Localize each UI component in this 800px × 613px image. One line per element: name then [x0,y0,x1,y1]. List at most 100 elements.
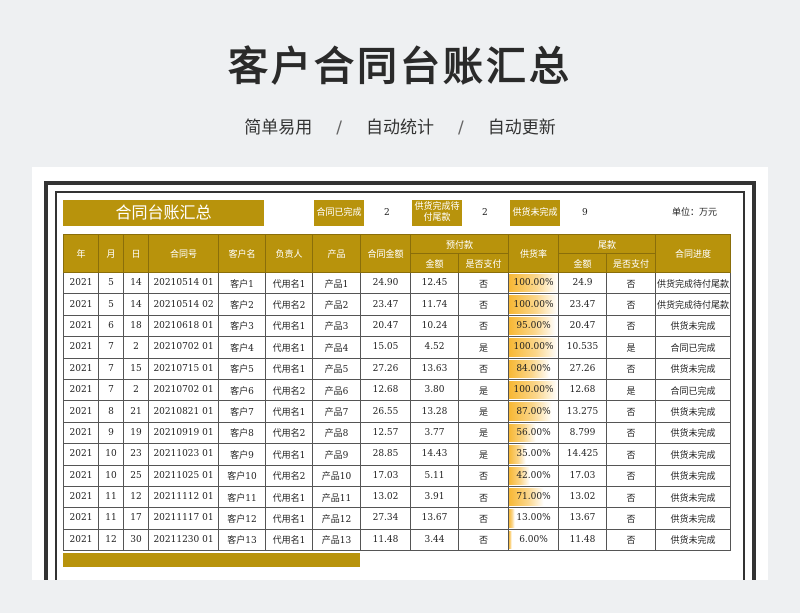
cell-year: 2021 [63,293,99,316]
cell-prepay-paid: 否 [458,357,509,380]
cell-owner: 代用名1 [265,528,313,552]
cell-month: 5 [98,271,124,295]
cell-product: 产品3 [312,314,361,338]
cell-final-amount: 12.68 [558,378,607,402]
cell-day: 14 [123,293,149,316]
table-row: 2021 5 14 20210514 01 客户1 代用名1 产品1 24.90 12.45 否 1… [63,271,731,295]
cell-final-amount: 27.26 [558,357,607,380]
cell-progress: 供货未完成 [655,357,731,380]
cell-amount: 27.34 [360,507,411,530]
cell-amount: 13.02 [360,485,411,509]
table-row: 2021 12 30 20211230 01 客户13 代用名1 产品13 11.48 3.44… [63,528,731,552]
supply-rate-text: 56.00% [516,427,551,438]
cell-owner: 代用名2 [265,378,313,402]
cell-amount: 24.90 [360,271,411,295]
table-row: 2021 10 25 20211025 01 客户10 代用名2 产品10 17.03 5.11… [63,464,731,487]
cell-final-amount: 11.48 [558,528,607,552]
header-supply-rate: 供货率 [508,234,559,273]
feature-tags: 简单易用 / 自动统计 / 自动更新 [0,113,800,138]
supply-rate-text: 100.00% [513,299,554,310]
cell-contract-no: 20211117 01 [148,507,219,530]
table-row: 2021 11 12 20211112 01 客户11 代用名1 产品11 13.02 3.91… [63,485,731,509]
cell-product: 产品13 [312,528,361,552]
stat-value-incomplete: 9 [582,208,588,218]
cell-product: 产品1 [312,271,361,295]
cell-product: 产品11 [312,485,361,509]
cell-prepay-paid: 否 [458,314,509,338]
header-customer: 客户名 [218,234,266,273]
stat-value-completed: 2 [384,208,390,218]
cell-prepay-amount: 13.63 [410,357,459,380]
cell-day: 21 [123,400,149,423]
cell-product: 产品12 [312,507,361,530]
cell-month: 7 [98,357,124,380]
header-amount: 合同金额 [360,234,411,273]
cell-month: 11 [98,507,124,530]
cell-day: 12 [123,485,149,509]
cell-year: 2021 [63,507,99,530]
cell-year: 2021 [63,357,99,380]
table-row: 2021 5 14 20210514 02 客户2 代用名2 产品2 23.47 11.74 否 1… [63,293,731,316]
cell-contract-no: 20210702 01 [148,378,219,402]
cell-prepay-amount: 14.43 [410,443,459,466]
cell-amount: 20.47 [360,314,411,338]
cell-prepay-amount: 5.11 [410,464,459,487]
cell-final-paid: 否 [606,293,656,316]
cell-progress: 合同已完成 [655,378,731,402]
cell-prepay-paid: 否 [458,293,509,316]
cell-prepay-paid: 否 [458,485,509,509]
cell-supply-rate: 100.00% [508,293,559,316]
cell-contract-no: 20211230 01 [148,528,219,552]
supply-rate-text: 13.00% [516,513,551,524]
header-month: 月 [98,234,124,273]
cell-prepay-paid: 是 [458,336,509,359]
stat-label-incomplete: 供货未完成 [510,200,560,226]
cell-product: 产品10 [312,464,361,487]
cell-month: 10 [98,443,124,466]
table-row: 2021 8 21 20210821 01 客户7 代用名1 产品7 26.55 13.28 是 8… [63,400,731,423]
cell-customer: 客户9 [218,443,266,466]
cell-prepay-amount: 3.91 [410,485,459,509]
cell-final-amount: 20.47 [558,314,607,338]
cell-month: 8 [98,400,124,423]
cell-amount: 28.85 [360,443,411,466]
cell-product: 产品4 [312,336,361,359]
cell-contract-no: 20211025 01 [148,464,219,487]
cell-prepay-paid: 是 [458,378,509,402]
cell-final-paid: 否 [606,507,656,530]
cell-year: 2021 [63,314,99,338]
cell-final-paid: 否 [606,314,656,338]
cell-owner: 代用名1 [265,443,313,466]
cell-owner: 代用名1 [265,357,313,380]
cell-amount: 26.55 [360,400,411,423]
cell-supply-rate: 87.00% [508,400,559,423]
tag-separator: / [458,118,464,138]
unit-label: 单位：万元 [672,208,718,218]
cell-final-paid: 是 [606,378,656,402]
cell-final-amount: 13.02 [558,485,607,509]
cell-product: 产品5 [312,357,361,380]
stat-value-pending-final: 2 [482,208,488,218]
cell-product: 产品6 [312,378,361,402]
cell-day: 2 [123,336,149,359]
cell-day: 18 [123,314,149,338]
cell-prepay-amount: 3.77 [410,421,459,445]
cell-progress: 供货未完成 [655,443,731,466]
cell-day: 30 [123,528,149,552]
cell-progress: 供货未完成 [655,485,731,509]
cell-day: 23 [123,443,149,466]
cell-final-amount: 14.425 [558,443,607,466]
cell-supply-rate: 100.00% [508,271,559,295]
cell-month: 11 [98,485,124,509]
cell-customer: 客户3 [218,314,266,338]
table-row: 2021 7 2 20210702 01 客户6 代用名2 产品6 12.68 3.80 是 100… [63,378,731,402]
tag-easy: 简单易用 [244,118,313,138]
cell-month: 6 [98,314,124,338]
header-product: 产品 [312,234,361,273]
cell-customer: 客户7 [218,400,266,423]
cell-final-paid: 否 [606,400,656,423]
contract-ledger-table: 年 月 日 合同号 客户名 负责人 产品 合同金额 预付款 供货率 尾款 合同进… [63,234,731,552]
cell-final-paid: 否 [606,485,656,509]
cell-customer: 客户12 [218,507,266,530]
header-owner: 负责人 [265,234,313,273]
